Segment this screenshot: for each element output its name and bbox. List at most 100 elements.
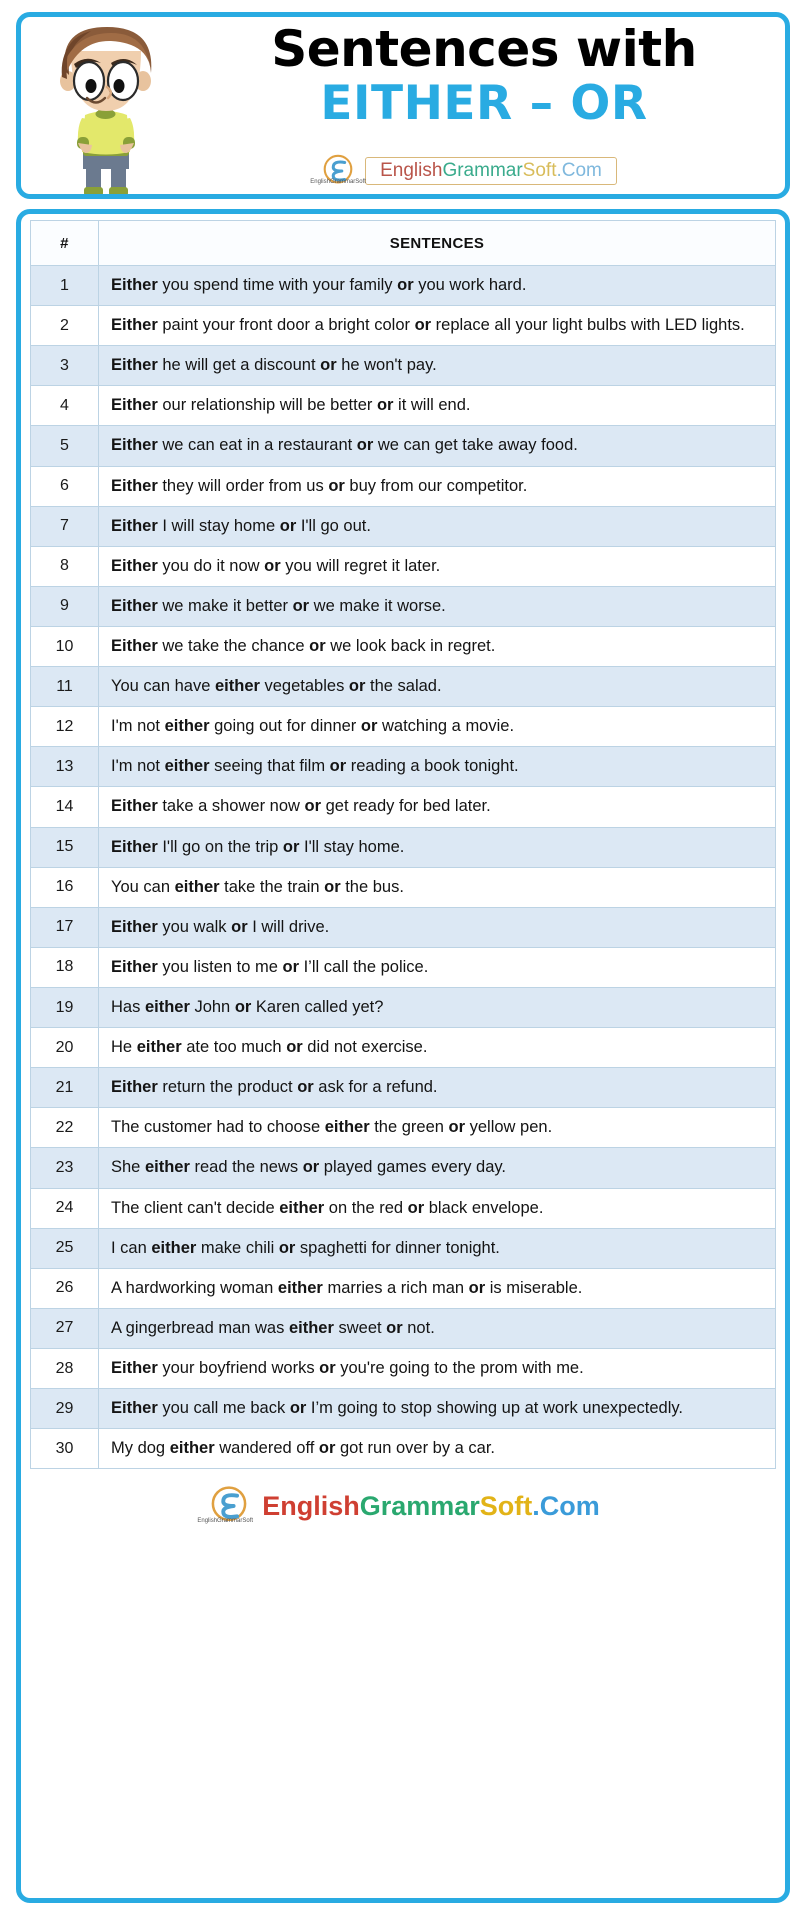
table-row: 5 Either we can eat in a restaurant or we… xyxy=(30,425,776,467)
logo-caption: EnglishGrammarSoft xyxy=(310,179,366,185)
table-row: 17 Either you walk or I will drive. xyxy=(30,906,776,948)
row-sentence: My dog either wandered off or got run ov… xyxy=(98,1428,776,1470)
row-number: 29 xyxy=(30,1388,99,1430)
row-sentence: You can have either vegetables or the sa… xyxy=(98,666,776,708)
footer-englishgrammarsoft-logo-icon: EnglishGrammarSoft xyxy=(197,1483,253,1529)
header-brand-lockup: EnglishGrammarSoft EnglishGrammarSoft.Co… xyxy=(21,152,785,190)
row-number: 8 xyxy=(30,545,99,587)
row-sentence: Either they will order from us or buy fr… xyxy=(98,465,776,507)
row-sentence: Either you listen to me or I’ll call the… xyxy=(98,946,776,988)
table-row: 27 A gingerbread man was either sweet or … xyxy=(30,1307,776,1349)
row-number: 15 xyxy=(30,826,99,868)
row-number: 4 xyxy=(30,385,99,427)
footer-word-english: English xyxy=(262,1490,360,1521)
row-number: 22 xyxy=(30,1107,99,1149)
row-sentence: Either your boyfriend works or you're go… xyxy=(98,1347,776,1390)
table-row: 10 Either we take the chance or we look b… xyxy=(30,625,776,668)
table-row: 21 Either return the product or ask for a… xyxy=(30,1067,776,1109)
row-sentence: Either take a shower now or get ready fo… xyxy=(98,786,776,828)
row-sentence: Either we can eat in a restaurant or we … xyxy=(98,425,776,467)
row-sentence: Either you walk or I will drive. xyxy=(98,906,776,948)
row-sentence: Either paint your front door a bright co… xyxy=(98,305,776,347)
row-number: 20 xyxy=(30,1027,99,1069)
table-row: 7 Either I will stay home or I'll go out. xyxy=(30,505,776,547)
table-header-row: # SENTENCES xyxy=(30,220,776,266)
row-sentence: A gingerbread man was either sweet or no… xyxy=(98,1307,776,1349)
englishgrammarsoft-logo-icon: EnglishGrammarSoft xyxy=(310,152,366,190)
row-sentence: Either you call me back or I’m going to … xyxy=(98,1388,776,1430)
row-sentence: Either you do it now or you will regret … xyxy=(98,545,776,587)
sentences-table-card: # SENTENCES 1 Either you spend time with … xyxy=(16,209,790,1903)
row-number: 11 xyxy=(30,666,99,708)
row-sentence: Either return the product or ask for a r… xyxy=(98,1067,776,1109)
table-body: 1 Either you spend time with your family … xyxy=(30,264,776,1470)
row-sentence: I'm not either going out for dinner or w… xyxy=(98,706,776,748)
table-row: 30 My dog either wandered off or got run … xyxy=(30,1428,776,1470)
row-number: 3 xyxy=(30,345,99,387)
row-number: 21 xyxy=(30,1067,99,1109)
title-block: Sentences with EITHER – OR xyxy=(191,23,777,129)
row-number: 27 xyxy=(30,1307,99,1349)
table-row: 20 He either ate too much or did not exer… xyxy=(30,1027,776,1069)
row-sentence: Either he will get a discount or he won'… xyxy=(98,345,776,387)
sentences-table: # SENTENCES 1 Either you spend time with … xyxy=(30,220,776,1470)
row-number: 10 xyxy=(30,625,99,668)
row-number: 12 xyxy=(30,706,99,748)
brand-name-box: EnglishGrammarSoft.Com xyxy=(365,157,617,185)
footer-word-soft: Soft xyxy=(479,1490,533,1521)
table-row: 26 A hardworking woman either marries a r… xyxy=(30,1267,776,1309)
row-sentence: He either ate too much or did not exerci… xyxy=(98,1027,776,1069)
brand-word-english: English xyxy=(380,160,443,181)
row-number: 28 xyxy=(30,1347,99,1390)
row-number: 26 xyxy=(30,1267,99,1309)
table-row: 6 Either they will order from us or buy f… xyxy=(30,465,776,507)
table-row: 12 I'm not either going out for dinner or… xyxy=(30,706,776,748)
page-title: Sentences with xyxy=(271,20,697,78)
row-sentence: You can either take the train or the bus… xyxy=(98,866,776,908)
row-number: 23 xyxy=(30,1147,99,1189)
row-sentence: Either I will stay home or I'll go out. xyxy=(98,505,776,547)
row-number: 2 xyxy=(30,305,99,347)
poster-root: Sentences with EITHER – OR EnglishGramma… xyxy=(0,0,806,1920)
table-row: 15 Either I'll go on the trip or I'll sta… xyxy=(30,826,776,868)
row-sentence: Either we take the chance or we look bac… xyxy=(98,625,776,668)
table-row: 19 Has either John or Karen called yet? xyxy=(30,986,776,1029)
row-number: 1 xyxy=(30,264,99,307)
table-row: 8 Either you do it now or you will regret… xyxy=(30,545,776,587)
table-row: 29 Either you call me back or I’m going t… xyxy=(30,1388,776,1430)
table-row: 2 Either paint your front door a bright c… xyxy=(30,305,776,347)
table-row: 11 You can have either vegetables or the … xyxy=(30,666,776,708)
table-row: 16 You can either take the train or the b… xyxy=(30,866,776,908)
table-row: 1 Either you spend time with your family … xyxy=(30,264,776,307)
footer-word-com: .Com xyxy=(532,1490,600,1521)
row-sentence: I'm not either seeing that film or readi… xyxy=(98,746,776,788)
row-number: 24 xyxy=(30,1187,99,1229)
row-sentence: The client can't decide either on the re… xyxy=(98,1187,776,1229)
page-subtitle: EITHER – OR xyxy=(320,75,648,131)
header-card: Sentences with EITHER – OR EnglishGramma… xyxy=(16,12,790,199)
table-row: 13 I'm not either seeing that film or rea… xyxy=(30,746,776,788)
row-number: 13 xyxy=(30,746,99,788)
row-sentence: She either read the news or played games… xyxy=(98,1147,776,1189)
row-sentence: Either I'll go on the trip or I'll stay … xyxy=(98,826,776,868)
column-header-number: # xyxy=(30,220,99,266)
row-sentence: Either you spend time with your family o… xyxy=(98,264,776,307)
row-number: 5 xyxy=(30,425,99,467)
footer-brand-lockup: EnglishGrammarSoft EnglishGrammarSoft.Co… xyxy=(30,1483,776,1529)
row-sentence: I can either make chili or spaghetti for… xyxy=(98,1227,776,1269)
row-number: 19 xyxy=(30,986,99,1029)
footer-logo-caption: EnglishGrammarSoft xyxy=(197,1518,254,1525)
column-header-sentences: SENTENCES xyxy=(98,220,776,266)
footer-brand-name: EnglishGrammarSoft.Com xyxy=(262,1491,600,1522)
row-number: 16 xyxy=(30,866,99,908)
brand-word-com: .Com xyxy=(556,160,602,181)
row-number: 18 xyxy=(30,946,99,988)
table-row: 9 Either we make it better or we make it … xyxy=(30,585,776,627)
table-row: 25 I can either make chili or spaghetti f… xyxy=(30,1227,776,1269)
table-row: 24 The client can't decide either on the … xyxy=(30,1187,776,1229)
row-number: 17 xyxy=(30,906,99,948)
footer-word-grammar: Grammar xyxy=(359,1490,480,1521)
row-number: 6 xyxy=(30,465,99,507)
row-sentence: A hardworking woman either marries a ric… xyxy=(98,1267,776,1309)
row-sentence: The customer had to choose either the gr… xyxy=(98,1107,776,1149)
